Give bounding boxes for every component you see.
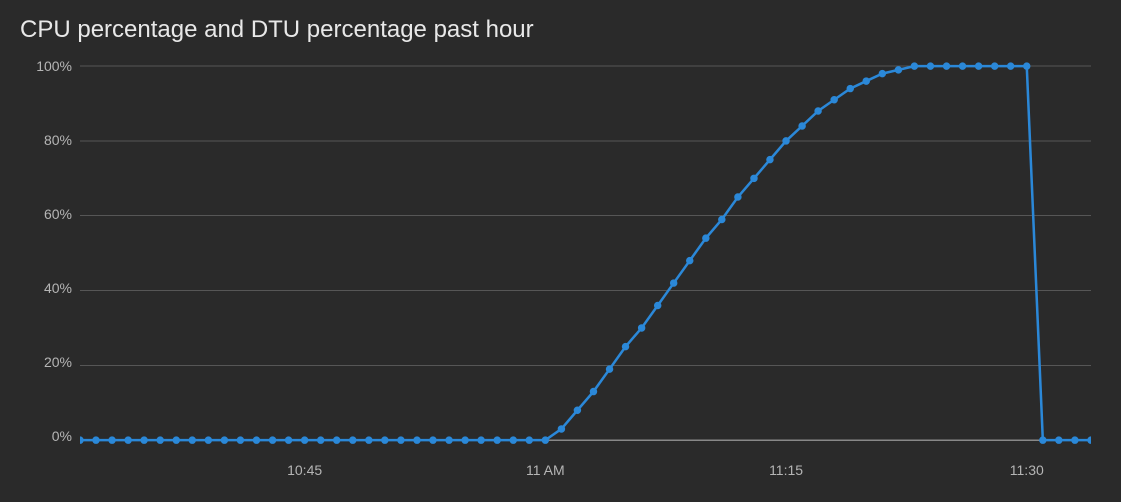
y-tick-label: 40% [44,280,72,296]
y-tick-label: 80% [44,132,72,148]
chart-plot-area: 0%20%40%60%80%100% [80,56,1091,456]
chart-title: CPU percentage and DTU percentage past h… [20,16,1101,44]
y-tick-label: 100% [36,58,72,74]
x-tick-label: 10:45 [287,462,322,478]
series-line [80,66,1091,440]
x-tick-label: 11 AM [526,462,565,478]
y-tick-label: 20% [44,354,72,370]
x-tick-label: 11:30 [1010,462,1044,478]
metrics-chart-panel: CPU percentage and DTU percentage past h… [0,0,1121,502]
chart-svg [80,56,1091,460]
y-tick-label: 0% [52,428,72,444]
x-tick-label: 11:15 [769,462,803,478]
series-points [80,63,1091,444]
y-tick-label: 60% [44,206,72,222]
grid-lines [80,66,1091,365]
x-axis: 10:45 11 AM 11:15 11:30 [80,456,1091,482]
